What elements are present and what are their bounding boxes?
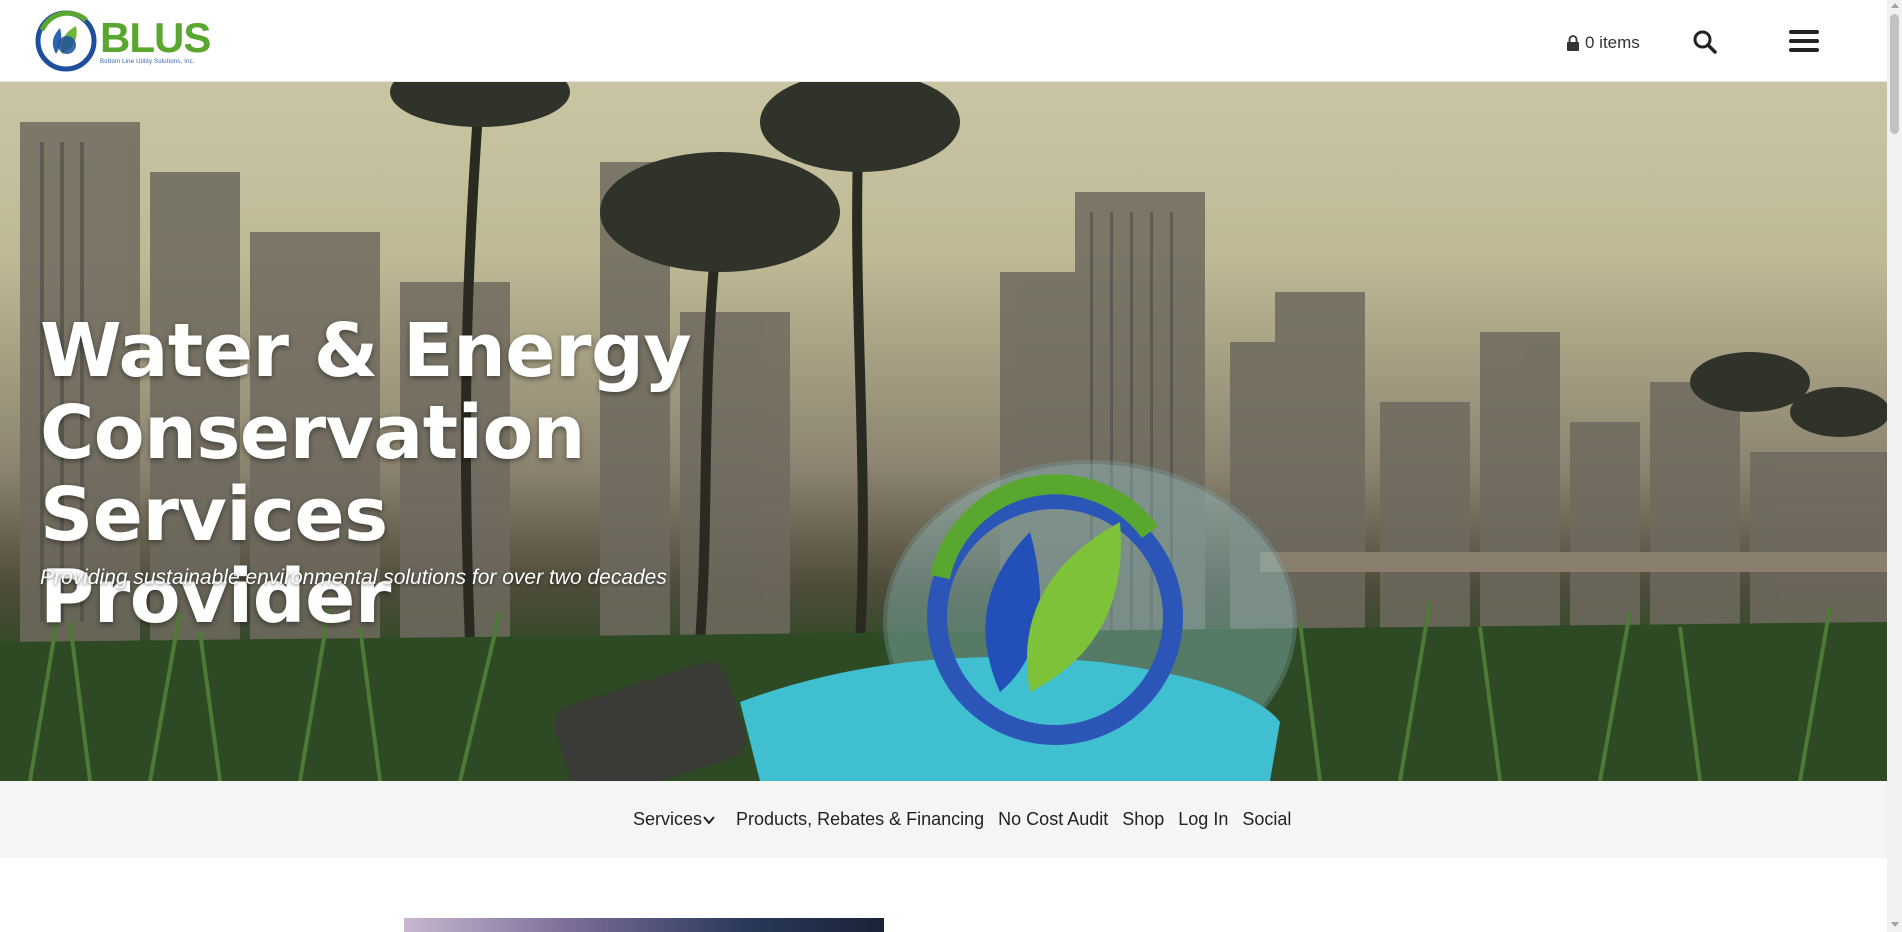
site-logo[interactable]: BLUS Bottom Line Utility Solutions, Inc.: [34, 10, 214, 72]
chevron-down-icon[interactable]: [703, 815, 715, 825]
cart-count-label: 0 items: [1585, 33, 1640, 52]
nav-item-log-in[interactable]: Log In: [1178, 809, 1228, 830]
cart-link[interactable]: 0 items: [1566, 33, 1640, 53]
hero-banner: Water & Energy Conservation Services Pro…: [0, 82, 1887, 781]
nav-item-social[interactable]: Social: [1242, 809, 1291, 830]
search-icon[interactable]: [1692, 29, 1718, 55]
lock-bag-icon: [1567, 35, 1579, 51]
content-image-preview: [404, 918, 884, 932]
main-nav: Services Products, Rebates & Financing N…: [0, 781, 1887, 858]
hero-subtitle: Providing sustainable environmental solu…: [40, 566, 667, 589]
nav-item-services[interactable]: Services: [633, 809, 722, 830]
site-header: BLUS Bottom Line Utility Solutions, Inc.…: [0, 0, 1887, 82]
scroll-down-arrow-icon[interactable]: [1891, 922, 1899, 927]
menu-bar: [1789, 30, 1819, 34]
logo-wordmark: BLUS: [100, 13, 211, 61]
menu-bar: [1789, 48, 1819, 52]
nav-list: Services Products, Rebates & Financing N…: [633, 809, 1305, 830]
hero-title-line: Water & Energy: [40, 308, 692, 394]
hero-title-line: Conservation Services: [40, 390, 586, 558]
scrollbar-thumb[interactable]: [1890, 14, 1899, 134]
nav-item-no-cost-audit[interactable]: No Cost Audit: [998, 809, 1108, 830]
nav-item-label: Products, Rebates & Financing: [736, 809, 985, 829]
menu-bar: [1789, 39, 1819, 43]
page: BLUS Bottom Line Utility Solutions, Inc.…: [0, 0, 1887, 932]
nav-item-label: Shop: [1122, 809, 1165, 829]
scroll-up-arrow-icon[interactable]: [1891, 3, 1899, 8]
hamburger-menu-icon[interactable]: [1789, 30, 1821, 54]
page-scrollbar[interactable]: [1887, 0, 1902, 932]
nav-item-label: Services: [633, 809, 703, 829]
logo-tagline: Bottom Line Utility Solutions, Inc.: [100, 58, 195, 65]
logo-mark-icon: [35, 10, 97, 72]
nav-item-shop[interactable]: Shop: [1122, 809, 1164, 830]
nav-item-products-rebates-financing[interactable]: Products, Rebates & Financing: [736, 809, 984, 830]
nav-item-label: Social: [1242, 809, 1292, 829]
logo-text-group: BLUS Bottom Line Utility Solutions, Inc.: [100, 13, 211, 65]
nav-item-label: No Cost Audit: [998, 809, 1109, 829]
nav-item-label: Log In: [1178, 809, 1229, 829]
